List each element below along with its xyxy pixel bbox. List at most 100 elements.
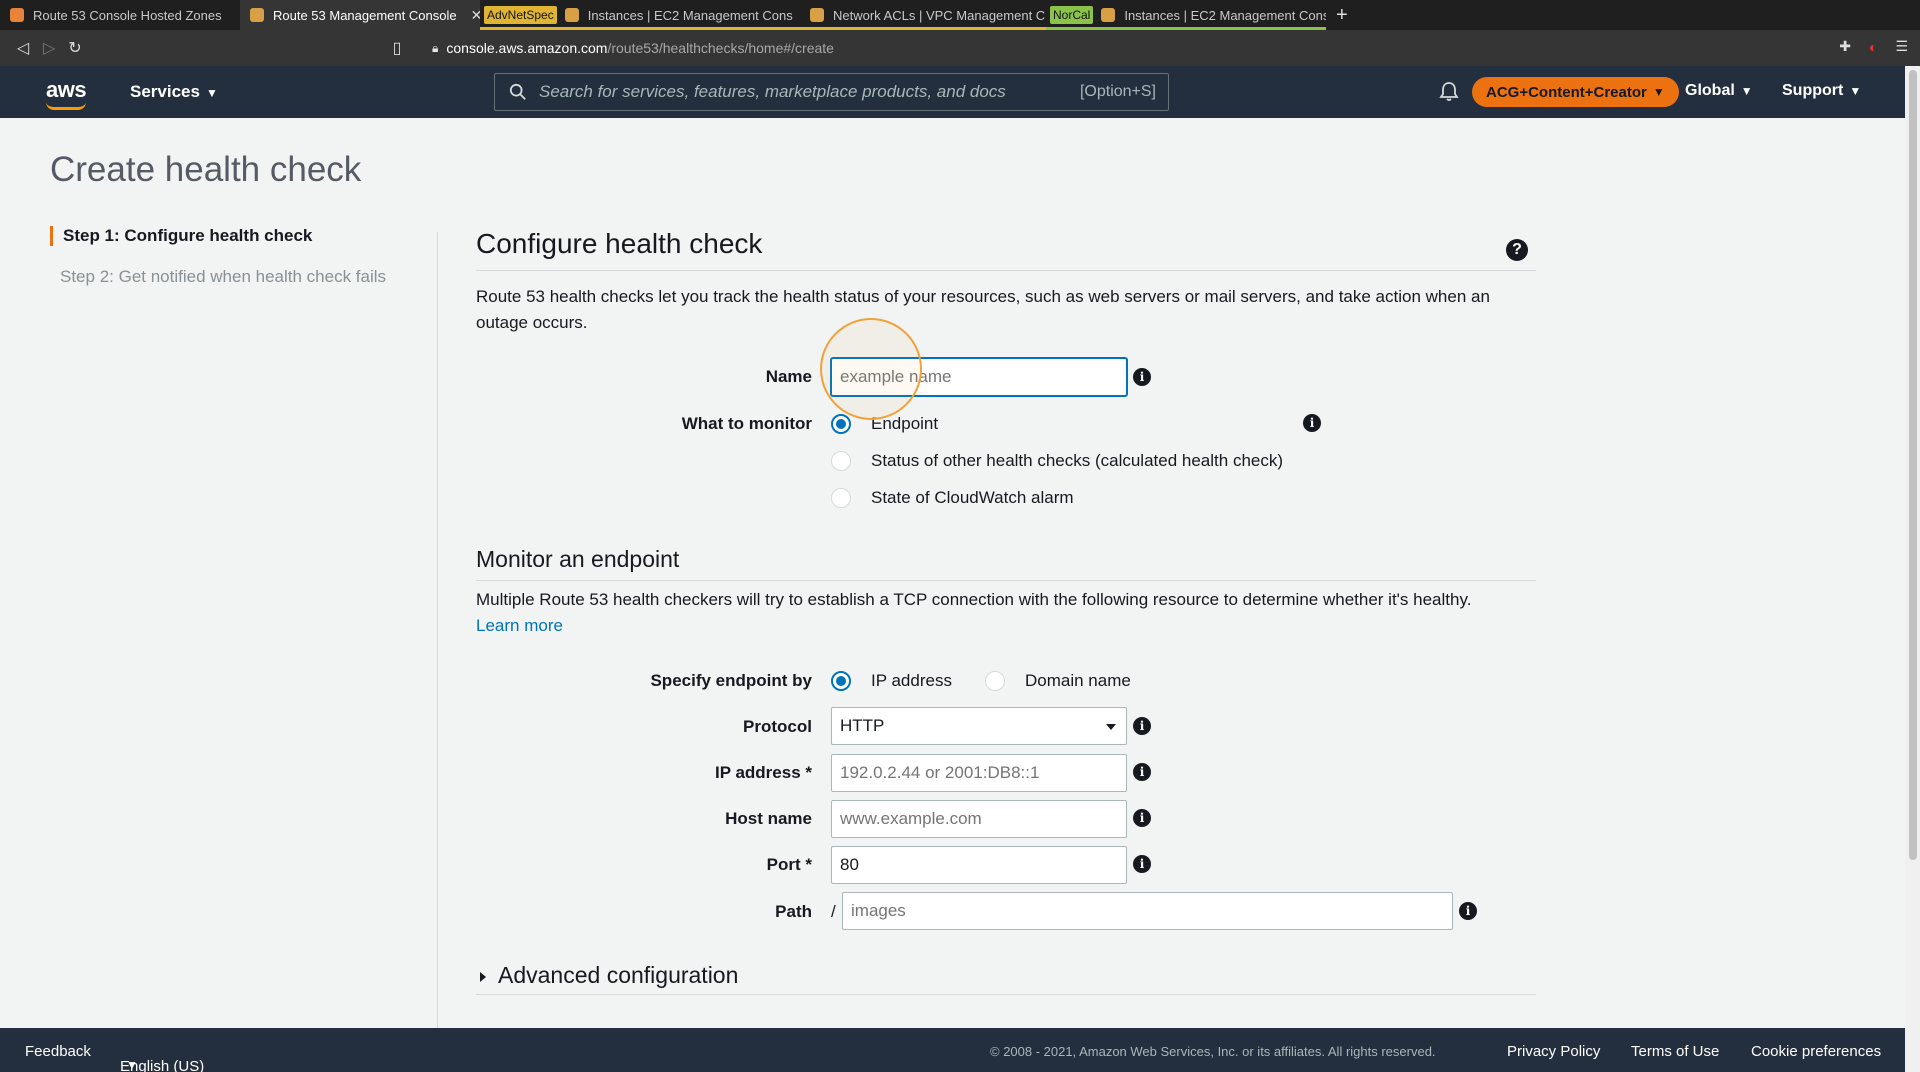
monitor-option-label: State of CloudWatch alarm [871,488,1074,507]
back-icon[interactable]: ◁ [10,38,36,58]
address-bar[interactable]: 🔒︎ console.aws.amazon.com/route53/health… [432,35,1492,61]
region-menu-button[interactable]: Global ▼ [1685,82,1753,100]
wizard-step-2: Step 2: Get notified when health check f… [60,267,387,286]
close-tab-icon[interactable]: ✕ [471,7,480,24]
route53-favicon-icon [10,8,24,22]
browser-tab[interactable]: NorCal Instances | EC2 Management Conso [1046,0,1326,30]
tab-group-label[interactable]: NorCal [1050,6,1094,24]
vpc-favicon-icon [810,8,824,22]
menu-icon[interactable]: ☰ [1895,38,1908,55]
route53-favicon-icon [250,8,264,22]
info-icon[interactable]: i [1133,368,1151,386]
profile-icon[interactable]: ◐ [1869,39,1877,55]
url-path: /route53/healthchecks/home#/create [607,40,834,56]
endpoint-heading: Monitor an endpoint [476,546,680,572]
aws-logo[interactable]: aws [46,77,87,103]
sidebar-divider [437,232,438,1030]
monitor-option-label: Endpoint [871,414,939,433]
info-icon[interactable]: i [1133,763,1151,781]
monitor-endpoint-radio[interactable] [831,414,851,434]
tab-title: Instances | EC2 Management Cons [587,7,793,23]
account-name: ACG+Content+Creator [1486,83,1647,101]
learn-more-link[interactable]: Learn more [476,616,563,635]
page-scrollbar[interactable] [1905,66,1920,1072]
search-icon [509,83,526,100]
console-footer: Feedback English (US) ▼ © 2008 - 2021, Am… [0,1028,1905,1072]
tab-title: Route 53 Console Hosted Zones [33,7,222,23]
ec2-favicon-icon [1101,8,1116,22]
page-title: Create health check [50,150,362,189]
browser-tab[interactable]: Network ACLs | VPC Management C [800,0,1046,30]
path-prefix: / [831,902,836,921]
advanced-configuration-label: Advanced configuration [498,962,739,988]
tab-title: Instances | EC2 Management Conso [1124,7,1326,23]
wizard-steps: Step 1: Configure health check Step 2: G… [50,226,386,308]
info-icon[interactable]: i [1459,902,1477,920]
section-divider [476,994,1536,995]
privacy-policy-link[interactable]: Privacy Policy [1507,1043,1600,1060]
scrollbar-thumb[interactable] [1909,70,1917,860]
notifications-bell-icon[interactable] [1438,80,1460,102]
path-input[interactable] [842,892,1453,930]
tab-title: Network ACLs | VPC Management C [833,7,1046,23]
path-label: Path [775,902,812,921]
browser-tab-active[interactable]: Route 53 Management Console ✕ [240,0,480,30]
cookie-preferences-link[interactable]: Cookie preferences [1751,1043,1881,1060]
name-label: Name [765,367,812,386]
help-icon[interactable]: ? [1506,239,1528,261]
caret-down-icon: ▼ [1652,85,1665,99]
browser-toolbar: ◁ ▷ ↻ ▯ 🔒︎ console.aws.amazon.com/route5… [0,30,1920,66]
aws-logo-smile [46,102,86,110]
caret-down-icon [1106,724,1116,730]
ip-address-label: IP address * [714,763,812,782]
protocol-value: HTTP [840,716,885,735]
caret-down-icon: ▼ [1740,84,1753,98]
endpoint-description-text: Multiple Route 53 health checkers will t… [476,590,1472,609]
specify-domain-radio[interactable] [985,671,1005,691]
extensions-icon[interactable]: ✚ [1839,38,1851,55]
advanced-configuration-toggle[interactable]: Advanced configuration [480,962,738,989]
port-input[interactable] [831,846,1127,884]
search-input[interactable]: Search for services, features, marketpla… [494,73,1169,111]
forward-icon[interactable]: ▷ [36,38,62,58]
configure-heading: Configure health check [476,228,763,259]
browser-extensions: ✚ ◐ ☰ [1839,38,1908,55]
name-input[interactable] [831,358,1127,396]
feedback-link[interactable]: Feedback [25,1043,91,1060]
browser-tab[interactable]: AdvNetSpec Instances | EC2 Management Co… [480,0,800,30]
browser-tab[interactable]: Route 53 Console Hosted Zones [0,0,240,30]
monitor-calculated-radio[interactable] [831,451,851,471]
expand-triangle-icon [480,971,486,982]
support-menu-button[interactable]: Support ▼ [1782,82,1861,100]
support-label: Support [1782,82,1844,99]
services-label: Services [130,82,200,101]
new-tab-icon[interactable]: + [1336,4,1348,27]
account-menu-button[interactable]: ACG+Content+Creator ▼ [1472,77,1679,107]
info-icon[interactable]: i [1133,855,1151,873]
aws-top-nav: aws Services ▼ Search for services, featu… [0,66,1905,118]
search-placeholder: Search for services, features, marketpla… [539,82,1006,101]
section-divider [476,580,1536,581]
ip-address-input[interactable] [831,754,1127,792]
section-divider [476,270,1536,271]
tab-group-label[interactable]: AdvNetSpec [484,6,557,24]
info-icon[interactable]: i [1303,414,1321,432]
info-icon[interactable]: i [1133,809,1151,827]
specify-ip-radio[interactable] [831,671,851,691]
bookmark-icon[interactable]: ▯ [384,38,410,58]
reload-icon[interactable]: ↻ [62,38,88,58]
terms-of-use-link[interactable]: Terms of Use [1631,1043,1719,1060]
browser-tab-bar: Route 53 Console Hosted Zones Route 53 M… [0,0,1920,30]
monitor-cloudwatch-radio[interactable] [831,488,851,508]
wizard-step-1[interactable]: Step 1: Configure health check [50,226,386,246]
specify-option-label: IP address [871,671,952,690]
caret-down-icon: ▼ [1849,84,1862,98]
host-name-input[interactable] [831,800,1127,838]
services-menu-button[interactable]: Services ▼ [130,82,218,102]
what-to-monitor-label: What to monitor [681,414,812,433]
url-host: console.aws.amazon.com [446,40,608,56]
copyright-text: © 2008 - 2021, Amazon Web Services, Inc.… [990,1044,1436,1059]
monitor-option-label: Status of other health checks (calculate… [871,451,1284,470]
protocol-select[interactable]: HTTP [831,707,1127,745]
info-icon[interactable]: i [1133,717,1151,735]
